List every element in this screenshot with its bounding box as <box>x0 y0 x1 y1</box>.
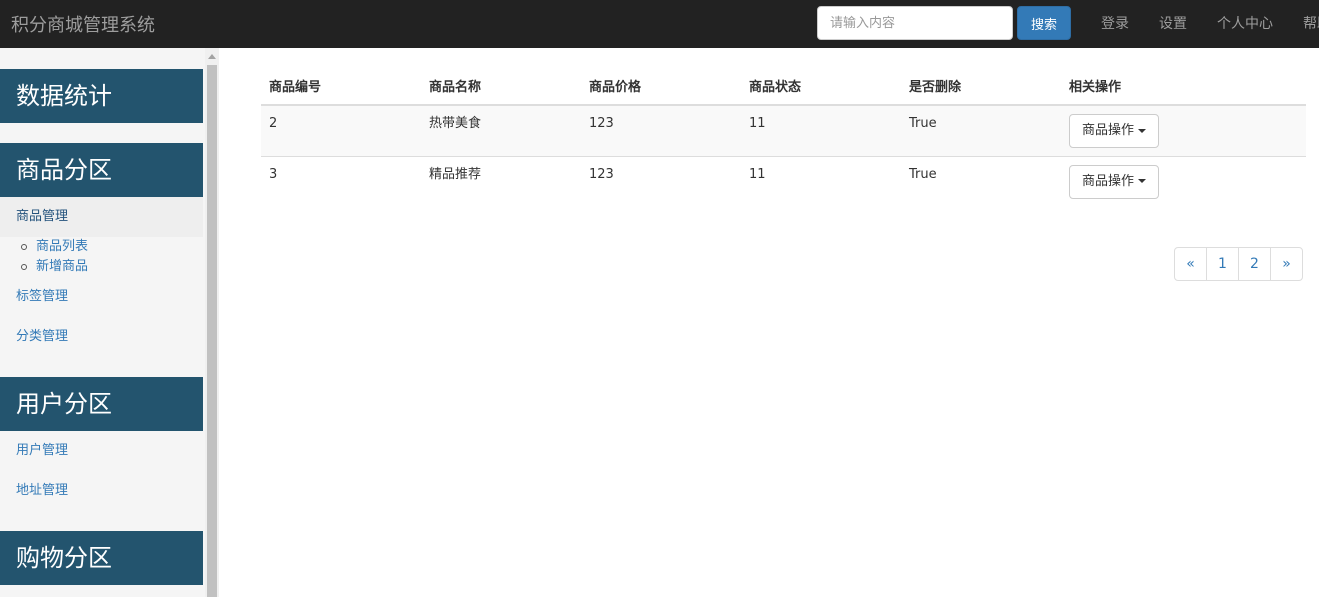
nav-link-profile[interactable]: 个人中心 <box>1202 0 1288 48</box>
nav-link-settings[interactable]: 设置 <box>1144 0 1202 48</box>
sidebar-item-user-manage[interactable]: 用户管理 <box>0 441 203 461</box>
column-header-price: 商品价格 <box>581 66 741 106</box>
caret-down-icon <box>1138 128 1147 133</box>
goods-action-dropdown-button[interactable]: 商品操作 <box>1069 114 1160 148</box>
pagination-next[interactable]: » <box>1270 247 1303 281</box>
column-header-status: 商品状态 <box>741 66 901 106</box>
pagination-prev[interactable]: « <box>1174 247 1207 281</box>
cell-id: 3 <box>261 155 421 207</box>
app-title[interactable]: 积分商城管理系统 <box>11 11 155 37</box>
cell-actions: 商品操作 <box>1061 155 1306 207</box>
sidebar-section-stats[interactable]: 数据统计 <box>0 69 203 123</box>
goods-action-label: 商品操作 <box>1082 173 1135 189</box>
cell-status: 11 <box>741 155 901 207</box>
cell-name: 热带美食 <box>421 105 581 156</box>
pagination-page-1[interactable]: 1 <box>1206 247 1239 281</box>
sidebar-item-address[interactable]: 地址管理 <box>0 481 203 501</box>
search-input[interactable] <box>817 6 1013 40</box>
cell-actions: 商品操作 <box>1061 105 1306 156</box>
nav-link-login[interactable]: 登录 <box>1086 0 1144 48</box>
sidebar-item-tags[interactable]: 标签管理 <box>0 287 203 307</box>
nav-link-help[interactable]: 帮助 <box>1288 0 1319 48</box>
sidebar-scrollbar[interactable] <box>205 48 219 597</box>
cell-name: 精品推荐 <box>421 155 581 207</box>
main-content: 商品编号 商品名称 商品价格 商品状态 是否删除 相关操作 2 热带美食 123… <box>261 66 1306 207</box>
scrollbar-thumb[interactable] <box>207 65 217 597</box>
sidebar-section-goods[interactable]: 商品分区 <box>0 143 203 197</box>
caret-down-icon <box>1138 179 1147 183</box>
sidebar-subitem-goods-list[interactable]: 商品列表 <box>20 237 88 257</box>
sidebar-section-shopping[interactable]: 购物分区 <box>0 531 203 585</box>
cell-status: 11 <box>741 105 901 156</box>
pagination-page-2[interactable]: 2 <box>1238 247 1271 281</box>
nav-links: 登录 设置 个人中心 帮助 <box>1086 0 1319 48</box>
cell-price: 123 <box>581 105 741 156</box>
cell-price: 123 <box>581 155 741 207</box>
pagination: « 1 2 » <box>1174 247 1303 281</box>
sidebar-section-users[interactable]: 用户分区 <box>0 377 203 431</box>
sidebar-item-category[interactable]: 分类管理 <box>0 327 203 347</box>
table-header-row: 商品编号 商品名称 商品价格 商品状态 是否删除 相关操作 <box>261 66 1306 106</box>
cell-deleted: True <box>901 105 1061 156</box>
sidebar: 数据统计 商品分区 商品管理 商品列表 新增商品 标签管理 分类管理 用户分区 … <box>0 48 205 597</box>
sidebar-item-goods-manage[interactable]: 商品管理 <box>0 197 203 237</box>
cell-id: 2 <box>261 105 421 156</box>
top-navbar: 积分商城管理系统 搜索 登录 设置 个人中心 帮助 <box>0 0 1319 48</box>
table-row: 3 精品推荐 123 11 True 商品操作 <box>261 155 1306 207</box>
cell-deleted: True <box>901 155 1061 207</box>
goods-action-dropdown-button[interactable]: 商品操作 <box>1069 164 1160 199</box>
goods-table: 商品编号 商品名称 商品价格 商品状态 是否删除 相关操作 2 热带美食 123… <box>261 66 1306 207</box>
table-row: 2 热带美食 123 11 True 商品操作 <box>261 105 1306 156</box>
column-header-name: 商品名称 <box>421 66 581 106</box>
column-header-deleted: 是否删除 <box>901 66 1061 106</box>
column-header-id: 商品编号 <box>261 66 421 106</box>
sidebar-subitem-add-goods[interactable]: 新增商品 <box>20 257 88 277</box>
search-button[interactable]: 搜索 <box>1017 6 1071 40</box>
scroll-up-arrow-icon[interactable] <box>208 54 216 59</box>
column-header-actions: 相关操作 <box>1061 66 1306 106</box>
goods-action-label: 商品操作 <box>1082 123 1135 138</box>
